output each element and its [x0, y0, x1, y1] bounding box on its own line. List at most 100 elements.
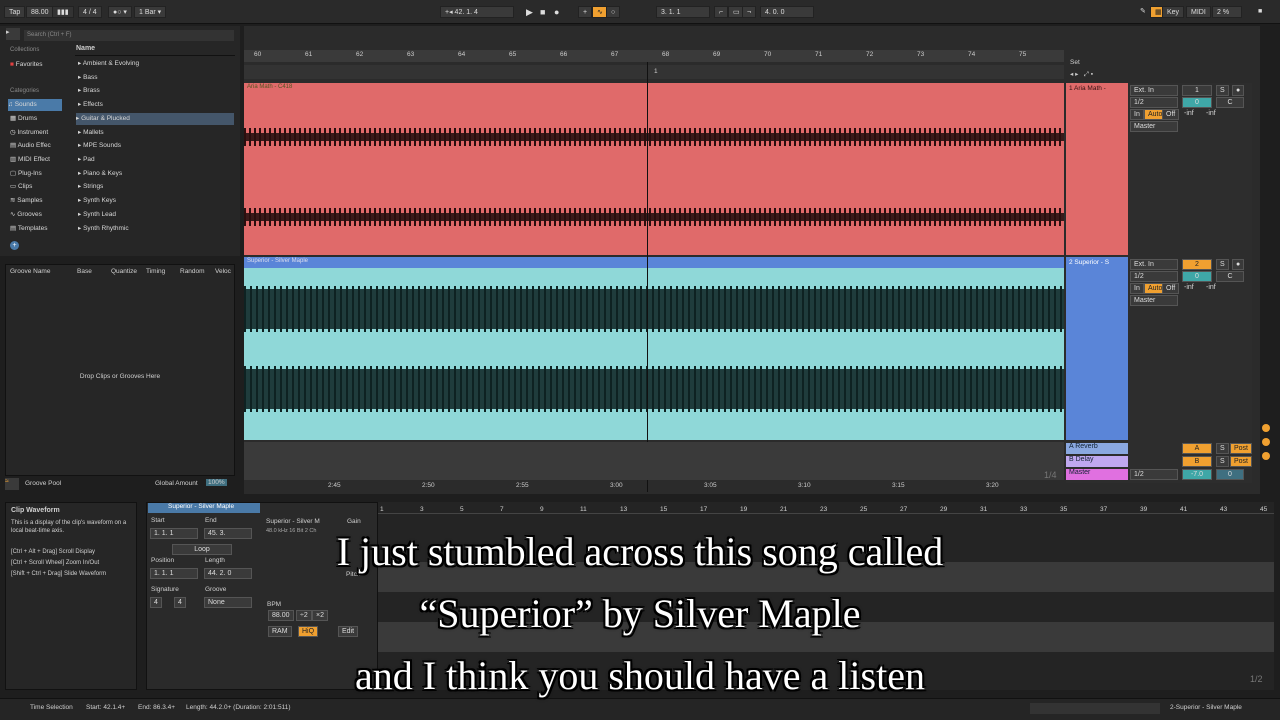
tap-button[interactable]: Tap — [4, 6, 26, 18]
category-samples[interactable]: ≋ Samples — [10, 195, 43, 207]
track2-monitor-off[interactable]: Off — [1162, 283, 1180, 294]
locator-lane[interactable]: 1 — [244, 65, 1064, 79]
browser-item[interactable]: ▸ Piano & Keys — [78, 168, 122, 180]
track1-channel-select[interactable]: 1/2 — [1130, 97, 1178, 108]
record-button[interactable]: ● — [550, 6, 563, 18]
category-drums[interactable]: ▦ Drums — [10, 113, 37, 125]
sends-toggle-icon[interactable] — [1262, 438, 1270, 446]
track1-clip[interactable]: Aria Math - C418 — [244, 83, 1064, 255]
io-toggle-icon[interactable] — [1262, 424, 1270, 432]
track1-input-select[interactable]: Ext. In — [1130, 85, 1178, 96]
master-volume[interactable]: -7.0 — [1182, 469, 1212, 480]
track2-arm-icon[interactable]: ● — [1232, 259, 1245, 270]
browser-toggle-icon[interactable]: ▸ — [6, 28, 20, 40]
browser-item[interactable]: ▸ Ambient & Evolving — [78, 58, 139, 70]
browser-item[interactable]: ▸ Strings — [78, 181, 103, 193]
favorites-item[interactable]: ■ Favorites — [10, 59, 42, 71]
track1-pan[interactable]: C — [1216, 97, 1244, 108]
browser-item[interactable]: ▸ Synth Lead — [78, 209, 116, 221]
track1-solo[interactable]: S — [1216, 85, 1229, 96]
browser-item[interactable]: ▸ Pad — [78, 154, 95, 166]
overdub-icon[interactable]: + — [578, 6, 593, 18]
track1-monitor-off[interactable]: Off — [1162, 109, 1180, 120]
track1-header[interactable]: 1 Aria Math - — [1066, 83, 1128, 255]
track1-number[interactable]: 1 — [1182, 85, 1212, 96]
add-folder-icon[interactable]: + — [10, 241, 19, 250]
category-instruments[interactable]: ◷ Instrument — [10, 127, 48, 139]
category-templates[interactable]: ▤ Templates — [10, 223, 47, 235]
tempo-field[interactable]: 88.00 — [26, 6, 54, 18]
category-grooves[interactable]: ∿ Grooves — [10, 209, 42, 221]
category-clips[interactable]: ▭ Clips — [10, 181, 32, 193]
locator-nav-icons[interactable]: ◂ ▸ ⤢ ▪ — [1070, 70, 1093, 79]
loop-length-field[interactable]: 4. 0. 0 — [760, 6, 814, 18]
browser-search-input[interactable]: Search (Ctrl + F) — [24, 30, 234, 41]
master-header[interactable]: Master — [1066, 469, 1128, 480]
quantize-menu[interactable]: 1 Bar ▾ — [134, 6, 167, 18]
groove-pool-icon[interactable]: ≈ — [5, 478, 19, 490]
track2-input-select[interactable]: Ext. In — [1130, 259, 1178, 270]
browser-item[interactable]: ▸ Synth Keys — [78, 195, 116, 207]
return-a-button[interactable]: A — [1182, 443, 1212, 454]
groove-col-velocity[interactable]: Veloc — [215, 268, 231, 275]
play-button[interactable]: ▶ — [522, 6, 537, 18]
return-b-button[interactable]: B — [1182, 456, 1212, 467]
beat-ruler[interactable]: 60 61 62 63 64 65 66 67 68 69 70 71 72 7… — [244, 50, 1064, 62]
groove-col-timing[interactable]: Timing — [146, 268, 165, 275]
return-a-post[interactable]: Post — [1230, 443, 1253, 454]
return-a-solo[interactable]: S — [1216, 443, 1229, 454]
key-map-button[interactable]: Key — [1162, 6, 1185, 18]
punch-out-icon[interactable]: ¬ — [742, 6, 757, 18]
midi-map-button[interactable]: MIDI — [1186, 6, 1211, 18]
groove-col-name[interactable]: Groove Name — [10, 268, 50, 275]
mixer-toggle-icon[interactable] — [1262, 452, 1270, 460]
global-amount-value[interactable]: 100% — [206, 479, 227, 486]
name-column-header[interactable]: Name — [75, 45, 235, 56]
punch-in-icon[interactable]: ⌐ — [714, 6, 729, 18]
track2-solo[interactable]: S — [1216, 259, 1229, 270]
track2-output-select[interactable]: Master — [1130, 295, 1178, 306]
return-b-header[interactable]: B Delay — [1066, 456, 1128, 467]
track1-volume[interactable]: 0 — [1182, 97, 1212, 108]
track2-monitor-in[interactable]: In — [1130, 283, 1144, 294]
track2-clip[interactable]: Superior - Silver Maple — [244, 257, 1064, 440]
browser-item[interactable]: ▸ Brass — [78, 85, 100, 97]
groove-col-random[interactable]: Random — [180, 268, 205, 275]
time-ruler[interactable]: 2:45 2:50 2:55 3:00 3:05 3:10 3:15 3:20 — [244, 482, 1064, 492]
track2-channel-select[interactable]: 1/2 — [1130, 271, 1178, 282]
stop-button[interactable]: ■ — [536, 6, 549, 18]
clip-title-bar[interactable]: Superior - Silver Maple — [148, 503, 260, 513]
track2-pan[interactable]: C — [1216, 271, 1244, 282]
loop-start-field[interactable]: 3. 1. 1 — [656, 6, 710, 18]
master-pan[interactable]: 0 — [1216, 469, 1244, 480]
category-plugins[interactable]: ▢ Plug-Ins — [10, 168, 42, 180]
capture-icon[interactable]: ○ — [606, 6, 621, 18]
category-sounds[interactable]: ♫ Sounds — [8, 99, 62, 111]
browser-item[interactable]: ▸ MPE Sounds — [78, 140, 121, 152]
draw-mode-icon[interactable]: ✎ — [1136, 6, 1150, 18]
browser-item[interactable]: ▸ Synth Rhythmic — [78, 223, 129, 235]
arrangement-position[interactable]: +◂ 42. 1. 4 — [440, 6, 514, 18]
category-audio-effects[interactable]: ▤ Audio Effec — [10, 140, 51, 152]
browser-item[interactable]: ▸ Bass — [78, 72, 98, 84]
track2-number[interactable]: 2 — [1182, 259, 1212, 270]
track1-arm-icon[interactable]: ● — [1232, 85, 1245, 96]
track1-output-select[interactable]: Master — [1130, 121, 1178, 132]
track2-header[interactable]: 2 Superior - S — [1066, 257, 1128, 440]
time-signature[interactable]: 4 / 4 — [78, 6, 102, 18]
browser-item[interactable]: ▸ Effects — [78, 99, 103, 111]
category-midi-effects[interactable]: ▥ MIDI Effect — [10, 154, 50, 166]
return-b-post[interactable]: Post — [1230, 456, 1253, 467]
groove-pool-panel[interactable] — [5, 264, 235, 476]
return-a-header[interactable]: A Reverb — [1066, 443, 1128, 454]
loop-marker[interactable]: 1 — [654, 68, 658, 75]
browser-item-selected[interactable]: ▸ Guitar & Plucked — [76, 113, 234, 125]
master-channel-select[interactable]: 1/2 — [1130, 469, 1178, 480]
groove-col-quantize[interactable]: Quantize — [111, 268, 137, 275]
track1-monitor-in[interactable]: In — [1130, 109, 1144, 120]
track2-volume[interactable]: 0 — [1182, 271, 1212, 282]
metronome-icon[interactable]: ●○ ▾ — [108, 6, 132, 18]
groove-col-base[interactable]: Base — [77, 268, 92, 275]
browser-item[interactable]: ▸ Mallets — [78, 127, 104, 139]
return-b-solo[interactable]: S — [1216, 456, 1229, 467]
